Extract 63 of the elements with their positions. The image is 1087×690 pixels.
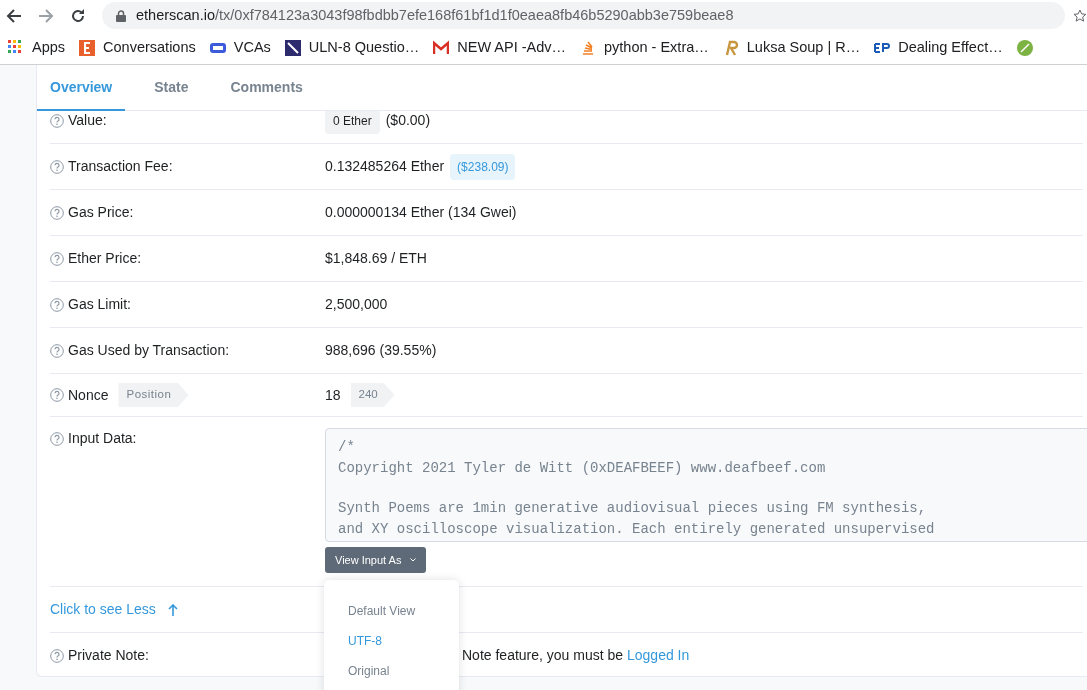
bookmark-link[interactable]: python - Extra… bbox=[580, 36, 709, 59]
help-icon bbox=[50, 343, 64, 358]
letter-logo-icon bbox=[79, 39, 96, 56]
code-line: and XY oscilloscope visualization. Each entirely generated unsupervised bbox=[338, 520, 936, 539]
back-button[interactable] bbox=[6, 7, 22, 24]
forward-button[interactable] bbox=[38, 7, 54, 24]
help-icon bbox=[50, 388, 64, 402]
field-label: Gas Price: bbox=[68, 203, 134, 222]
bookmark-link[interactable]: VCAs bbox=[209, 36, 271, 59]
mail-logo-icon bbox=[433, 39, 450, 56]
help-icon bbox=[50, 159, 64, 174]
tab[interactable]: State bbox=[141, 65, 202, 111]
login-notice: Note feature, you must be Logged In bbox=[462, 646, 690, 665]
field-label: Nonce bbox=[68, 385, 109, 405]
help-icon bbox=[50, 297, 64, 312]
usd-badge: ($238.09) bbox=[450, 153, 516, 180]
field-value: ($0.00) bbox=[385, 111, 431, 130]
address-bar[interactable]: etherscan.io/tx/0xf784123a3043f98fbdbb7efe168f61bf1d1f0eaea8fb46b5290abb3e759beae8 bbox=[102, 2, 1066, 29]
menu-item[interactable]: Original bbox=[324, 661, 459, 681]
field-label: Input Data: bbox=[68, 429, 137, 448]
menu-item[interactable]: Default View bbox=[324, 601, 459, 621]
stack-logo-icon bbox=[580, 39, 596, 56]
field-label: Gas Used by Transaction: bbox=[68, 341, 230, 360]
field-label: Value: bbox=[68, 111, 107, 130]
code-line: Copyright 2021 Tyler de Witt (0xDEAFBEEF) www.deafbeef.com bbox=[338, 459, 827, 478]
help-icon bbox=[50, 113, 64, 128]
bookmark-link[interactable]: Dealing Effect… bbox=[874, 36, 1003, 59]
help-icon bbox=[50, 251, 64, 266]
field-value: 988,696 (39.55%) bbox=[325, 341, 437, 360]
field-value: 0.132485264 Ether bbox=[325, 157, 445, 176]
help-icon bbox=[50, 648, 64, 663]
help-icon bbox=[50, 205, 64, 220]
field-label: Private Note: bbox=[68, 646, 149, 665]
forward-arrow-icon bbox=[38, 7, 54, 24]
bookmark-link[interactable]: ULN-8 Questio… bbox=[284, 36, 420, 59]
bookmark-link[interactable]: Conversations bbox=[79, 36, 196, 59]
apps-grid-icon bbox=[8, 39, 24, 56]
field-label: Transaction Fee: bbox=[68, 157, 173, 176]
lock-icon bbox=[116, 9, 126, 22]
bookmark-link[interactable]: Luksa Soup | R… bbox=[722, 36, 861, 59]
bookmark-link[interactable]: NEW API -Adv… bbox=[433, 36, 566, 59]
input-data-box[interactable] bbox=[325, 428, 1087, 542]
field-value: 0.000000134 Ether (134 Gwei) bbox=[325, 203, 517, 222]
field-label: Ether Price: bbox=[68, 249, 142, 268]
bookmark-link[interactable]: Apps bbox=[8, 36, 66, 59]
position-tag: Position bbox=[118, 383, 189, 407]
caret-icon bbox=[410, 558, 417, 562]
code-line: /* bbox=[338, 438, 356, 457]
back-arrow-icon bbox=[6, 7, 22, 24]
field-label: Gas Limit: bbox=[68, 295, 131, 314]
reload-button[interactable] bbox=[70, 7, 86, 24]
position-tag: 240 bbox=[350, 383, 395, 407]
star-icon bbox=[1073, 8, 1087, 23]
tab[interactable]: Comments bbox=[217, 65, 316, 111]
reload-icon bbox=[70, 7, 86, 24]
up-arrow-icon bbox=[167, 603, 178, 616]
field-value: 2,500,000 bbox=[325, 295, 388, 314]
view-input-button[interactable]: View Input As bbox=[325, 547, 427, 573]
code-line: Synth Poems are 1min generative audiovisual pieces using FM synthesis, bbox=[338, 499, 928, 518]
help-icon bbox=[50, 431, 64, 446]
field-value: $1,848.69 / ETH bbox=[325, 249, 427, 268]
url-text: etherscan.io/tx/0xf784123a3043f98fbdbb7efe168f61bf1d1f0eaea8fb46b5290abb3e759beae8 bbox=[136, 5, 734, 25]
field-value: 18 bbox=[325, 385, 341, 405]
